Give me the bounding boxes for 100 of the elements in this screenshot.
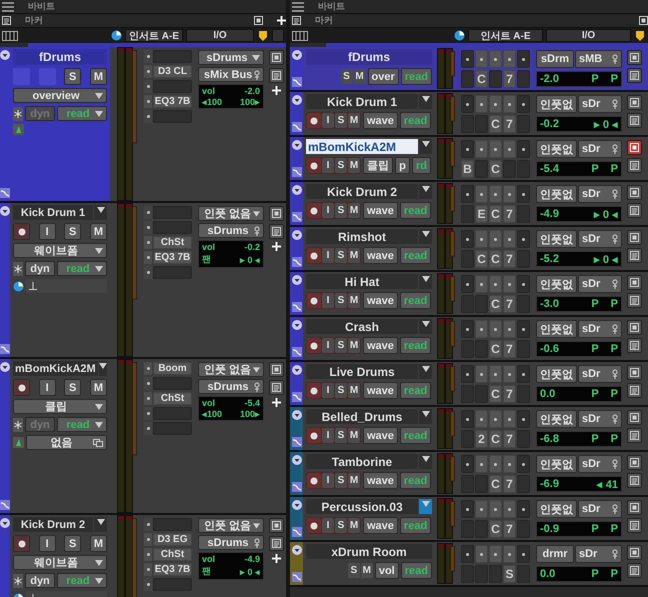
track-button[interactable]: S (335, 203, 347, 218)
track-button[interactable]: S (64, 535, 82, 552)
disclosure-icon[interactable] (292, 230, 302, 240)
track-name[interactable]: Kick Drum 2 (306, 184, 418, 199)
output-window-button[interactable] (268, 518, 284, 533)
instrument-icon[interactable] (13, 437, 24, 448)
view-button[interactable]: over (368, 68, 399, 85)
track-button[interactable]: I (322, 203, 334, 218)
insert-slot[interactable]: D3 EG (153, 533, 192, 546)
track-name[interactable]: Rimshot (306, 229, 418, 244)
insert-slot[interactable]: C (489, 205, 502, 223)
output-dropdown[interactable]: sDrums (198, 223, 264, 238)
input-button[interactable]: 인풋없 (536, 320, 577, 338)
automation-icon[interactable] (292, 392, 302, 402)
insert-dot-button[interactable] (144, 266, 152, 279)
insert-dot-button[interactable] (503, 50, 516, 68)
insert-slot[interactable]: C (489, 250, 502, 268)
insert-dot-button[interactable] (461, 500, 474, 518)
view-button[interactable]: 클립 (363, 157, 393, 174)
track-name[interactable]: mBomKickA2M (13, 361, 98, 376)
record-button[interactable] (307, 428, 321, 443)
output-window-button[interactable] (626, 275, 642, 290)
insert-dot-button[interactable] (144, 50, 152, 63)
input-dropdown[interactable]: 인풋 없음 (198, 362, 264, 377)
input-button[interactable]: 인풋없 (536, 455, 577, 473)
insert-dot-button[interactable] (144, 422, 152, 435)
insert-slot[interactable]: E (475, 205, 488, 223)
disclosure-icon[interactable] (0, 518, 10, 528)
automation-icon[interactable] (292, 347, 302, 357)
output-window-button[interactable] (626, 545, 642, 560)
insert-dot-button[interactable] (503, 545, 516, 563)
track-button[interactable]: M (348, 248, 360, 263)
insert-dot-button[interactable] (517, 230, 530, 248)
track-button[interactable]: I (38, 223, 56, 240)
insert-slot[interactable]: 7 (503, 250, 516, 268)
name-menu-button[interactable] (419, 184, 432, 199)
insert-dot-button[interactable] (144, 533, 152, 546)
insert-slot[interactable]: Boom (153, 362, 192, 375)
track-name[interactable]: Belled_Drums (306, 409, 418, 424)
comments-button[interactable] (626, 563, 642, 578)
record-button[interactable] (307, 113, 321, 128)
name-menu-button[interactable] (98, 361, 107, 376)
automation-dropdown[interactable]: read (57, 573, 107, 588)
automation-dropdown[interactable]: read (57, 417, 107, 432)
track-button[interactable]: M (348, 113, 360, 128)
insert-dot-button[interactable] (503, 230, 516, 248)
insert-dot-button[interactable] (144, 80, 152, 93)
insert-dot-button[interactable] (461, 545, 474, 563)
input-dropdown[interactable]: 인풋 없음 (198, 206, 264, 221)
input-button[interactable]: sDrm (536, 50, 574, 68)
insert-dot-button[interactable] (461, 275, 474, 293)
insert-slot[interactable]: C (489, 160, 502, 178)
output-window-button[interactable] (626, 95, 642, 110)
automation-button[interactable]: read (400, 292, 432, 309)
name-menu-button[interactable] (419, 94, 432, 109)
insert-dot-button[interactable] (461, 230, 474, 248)
insert-slot[interactable]: C (489, 115, 502, 133)
track-button[interactable]: I (322, 473, 334, 488)
insert-dot-button[interactable] (475, 410, 488, 428)
clock-icon[interactable] (111, 30, 122, 41)
comments-button[interactable] (268, 536, 284, 551)
automation-icon[interactable] (292, 257, 302, 267)
track-button[interactable]: M (360, 563, 373, 578)
plus-icon[interactable] (277, 16, 286, 25)
output-window-button[interactable] (268, 362, 284, 377)
track-name[interactable]: Kick Drum 2 (13, 517, 93, 532)
comments-button[interactable] (626, 248, 642, 263)
insert-dot-button[interactable] (144, 110, 152, 123)
insert-slot[interactable]: 7 (503, 430, 516, 448)
automation-button[interactable]: read (400, 68, 432, 85)
disclosure-icon[interactable] (0, 362, 10, 372)
automation-icon[interactable] (292, 482, 302, 492)
view-button[interactable]: wave (363, 112, 398, 129)
insert-dot-button[interactable] (517, 545, 530, 563)
view-dropdown[interactable]: 웨이브폼 (13, 243, 107, 258)
name-menu-button[interactable] (419, 139, 432, 154)
insert-dot-button[interactable] (489, 545, 502, 563)
track-name[interactable]: fDrums (13, 49, 107, 65)
automation-dropdown[interactable]: read (57, 106, 107, 121)
insert-dot-button[interactable] (475, 365, 488, 383)
insert-dot-button[interactable] (475, 185, 488, 203)
input-dropdown[interactable]: 인풋 없음 (198, 518, 264, 533)
insert-dot-button[interactable] (489, 95, 502, 113)
track-button[interactable]: M (348, 203, 360, 218)
track-name[interactable]: mBomKickA2M (306, 139, 418, 154)
insert-dot-button[interactable] (144, 518, 152, 531)
insert-dot-button[interactable] (144, 548, 152, 561)
insert-slot[interactable]: B (461, 160, 474, 178)
insert-dot-button[interactable] (461, 140, 474, 158)
dyn-button[interactable]: dyn (25, 261, 55, 276)
track-button[interactable]: M (90, 68, 107, 85)
disclosure-icon[interactable] (0, 50, 10, 60)
record-button[interactable] (307, 158, 321, 173)
insert-slot[interactable]: C (475, 250, 488, 268)
insert-slot[interactable]: EQ3 7B (153, 251, 192, 264)
insert-dot-button[interactable] (503, 185, 516, 203)
menu-icon[interactable] (2, 2, 14, 12)
insert-slot[interactable]: 7 (503, 520, 516, 538)
insert-slot[interactable]: 7 (503, 475, 516, 493)
insert-dot-button[interactable] (517, 365, 530, 383)
